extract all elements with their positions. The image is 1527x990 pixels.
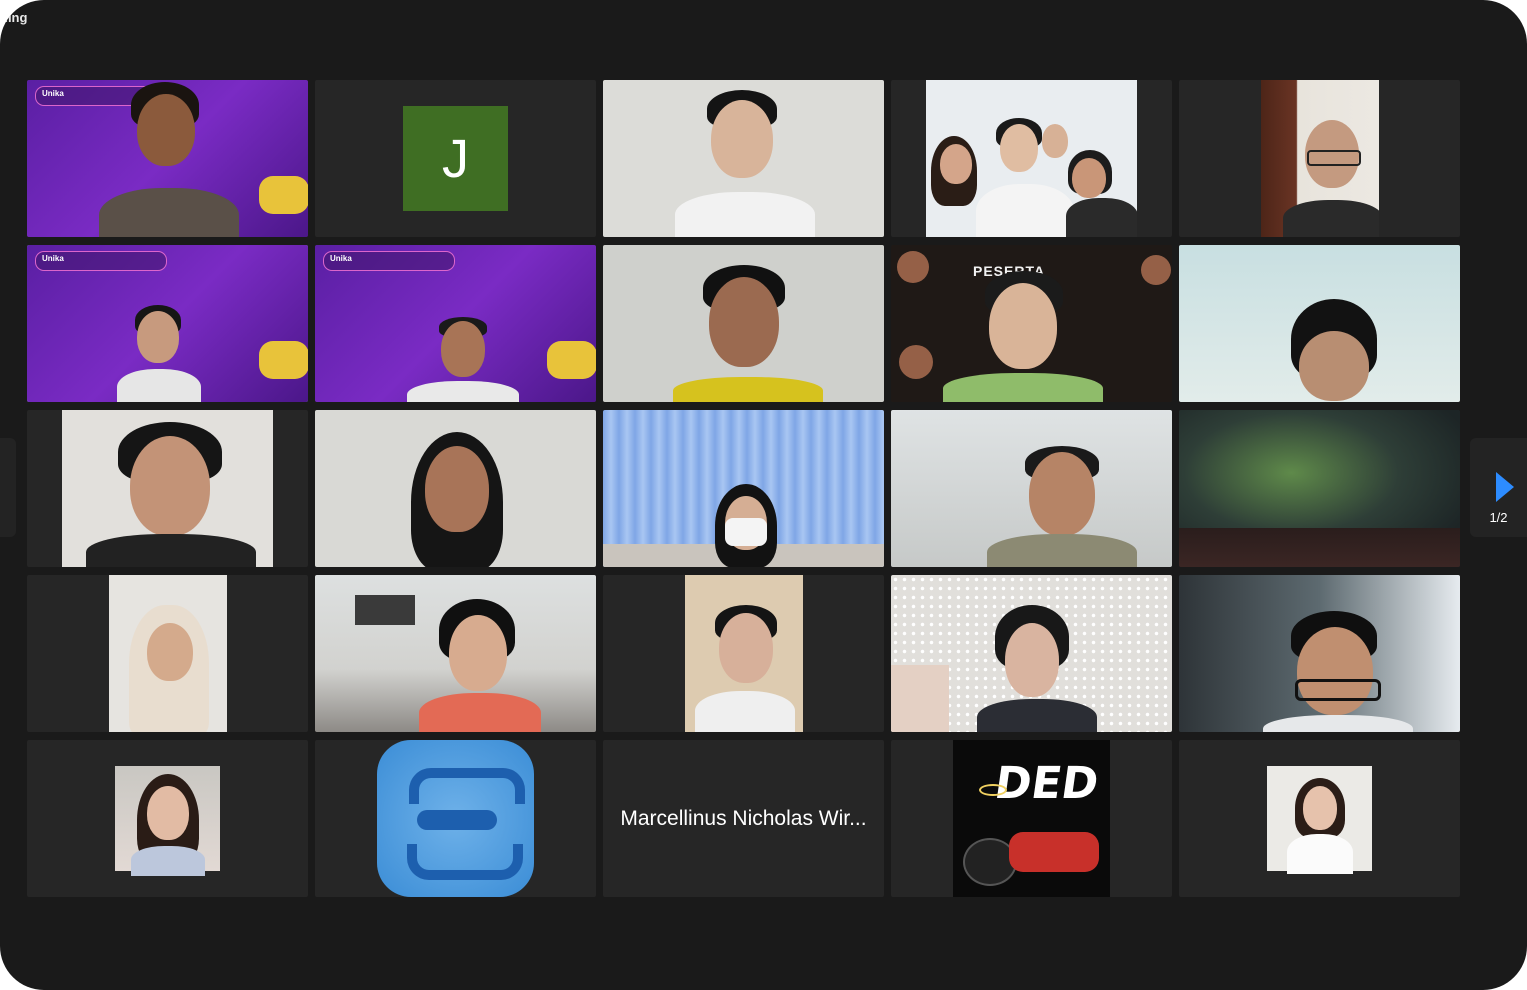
participant-tile[interactable] (315, 575, 596, 732)
participant-tile[interactable] (1179, 410, 1460, 567)
participant-tile[interactable]: Marcellinus Nicholas Wir... (603, 740, 884, 897)
participant-tile[interactable]: DED (891, 740, 1172, 897)
participant-tile[interactable] (1179, 245, 1460, 402)
gamepad-icon (259, 176, 308, 214)
participant-tile[interactable] (1179, 740, 1460, 897)
participant-tile[interactable] (315, 740, 596, 897)
gamepad-icon (259, 341, 308, 379)
participant-tile[interactable] (27, 740, 308, 897)
participant-tile[interactable]: PESERTA (891, 245, 1172, 402)
participant-tile-active-speaker[interactable]: Unika (27, 245, 308, 402)
participant-tile[interactable] (27, 575, 308, 732)
participant-tile[interactable] (891, 80, 1172, 237)
participant-tile[interactable] (27, 410, 308, 567)
participant-tile[interactable] (603, 410, 884, 567)
event-banner: Unika (35, 251, 167, 271)
sticker-avatar: DED (953, 740, 1110, 897)
participant-tile[interactable]: Unika (27, 80, 308, 237)
meeting-window: ding Unika J Unika Unika PESERTA Marcell… (0, 0, 1527, 990)
participant-tile[interactable]: J (315, 80, 596, 237)
participant-tile[interactable] (315, 410, 596, 567)
profile-photo (1267, 766, 1372, 874)
participant-tile[interactable] (603, 245, 884, 402)
participant-tile[interactable] (1179, 80, 1460, 237)
participant-tile[interactable] (891, 575, 1172, 732)
recording-label: ding (0, 10, 28, 25)
profile-photo (115, 766, 220, 876)
sticker-text: DED (991, 758, 1102, 809)
gamepad-icon (547, 341, 596, 379)
participant-tile[interactable]: Unika (315, 245, 596, 402)
next-page-button[interactable]: 1/2 (1470, 438, 1527, 537)
participant-name: Marcellinus Nicholas Wir... (620, 806, 867, 830)
participant-tile[interactable] (603, 575, 884, 732)
page-indicator: 1/2 (1489, 510, 1508, 525)
participant-tile[interactable] (1179, 575, 1460, 732)
participant-initial-avatar: J (403, 106, 508, 211)
face-mask (725, 518, 767, 546)
participant-tile[interactable] (891, 410, 1172, 567)
previous-page-handle[interactable] (0, 438, 16, 537)
app-logo-icon (377, 740, 534, 897)
participant-tile[interactable] (603, 80, 884, 237)
chevron-right-icon (1496, 472, 1514, 502)
event-banner: Unika (323, 251, 455, 271)
